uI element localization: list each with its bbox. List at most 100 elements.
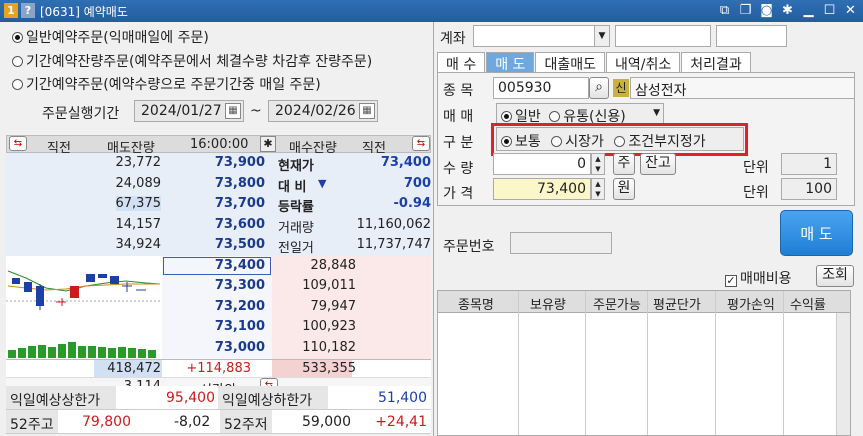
upper-limit-value: 95,400: [166, 390, 215, 406]
option-period-remaining[interactable]: 기간예약잔량주문(예약주문에서 체결수량 차감후 잔량주문): [12, 51, 372, 71]
col-available[interactable]: 주문가능: [593, 294, 641, 313]
col-avg-price[interactable]: 평균단가: [653, 294, 701, 313]
price-input[interactable]: 73,400: [493, 178, 591, 200]
bid-qty: 100,923: [302, 319, 356, 334]
option-period-daily[interactable]: 기간예약주문(예약수량으로 주문기간중 매일 주문): [12, 74, 321, 94]
ask-qty: 67,375: [115, 196, 161, 211]
bid-price: 73,200: [214, 298, 265, 314]
calendar-icon[interactable]: ▦: [225, 103, 241, 119]
window-title: [0631] 예약매도: [40, 5, 128, 19]
change-rate: -0.94: [393, 196, 431, 211]
bid-price: 73,000: [214, 339, 265, 355]
search-icon[interactable]: ⌕: [589, 77, 609, 99]
account-number-input[interactable]: [473, 25, 595, 47]
radio-icon[interactable]: [12, 79, 23, 90]
account-name-field[interactable]: [615, 25, 711, 47]
order-book-header: ⇆ 직전 매도잔량 16:00:00 ✱ 매수잔량 직전 ⇆: [6, 135, 431, 156]
option-label: 기간예약주문(예약수량으로 주문기간중 매일 주문): [26, 77, 321, 93]
ask-row[interactable]: 23,772 73,900 현재가 73,400: [6, 153, 432, 174]
password-input[interactable]: [716, 25, 787, 47]
grid-scrollbar[interactable]: [836, 313, 850, 435]
camera-icon[interactable]: ◙: [758, 2, 775, 19]
bid-price: 73,400: [214, 257, 265, 273]
col-return-rate[interactable]: 수익률: [790, 294, 826, 313]
copy-icon[interactable]: ❐: [737, 2, 754, 19]
stock-name-field: 삼성전자: [630, 77, 855, 99]
ask-row[interactable]: 24,089 73,800 대 비 ▼ 700: [6, 174, 432, 195]
sell-button[interactable]: 매 도: [780, 210, 853, 256]
col-stock-name[interactable]: 종목명: [458, 294, 494, 313]
52w-high-pct: -8,02: [174, 414, 211, 430]
calendar-icon[interactable]: ▦: [359, 103, 375, 119]
trade-type-select[interactable]: 일반 유통(신용) ▼: [496, 103, 664, 125]
52w-low-label: 52주저: [224, 417, 268, 433]
checkbox-icon[interactable]: ✓: [725, 275, 737, 287]
unit-value: 1: [781, 153, 837, 175]
order-book: ⇆ 직전 매도잔량 16:00:00 ✱ 매수잔량 직전 ⇆ 23,772 73…: [6, 135, 431, 398]
fee-checkbox[interactable]: ✓ 매매비용: [725, 268, 792, 288]
qty-input[interactable]: 0: [493, 153, 591, 175]
ask-row[interactable]: 67,375 73,700 등락률 -0.94: [6, 194, 431, 215]
prev-volume: 11,737,747: [356, 237, 431, 252]
bid-row[interactable]: 73,400 28,848: [6, 256, 431, 277]
maximize-icon[interactable]: ☐: [821, 2, 838, 19]
current-price: 73,400: [380, 155, 431, 170]
option-label: 일반예약주문(익매매일에 주문): [26, 30, 209, 46]
qty-unit-button[interactable]: 주: [613, 153, 635, 175]
ask-row[interactable]: 14,157 73,600 거래량 11,160,062: [6, 215, 432, 236]
info-label: 전일거: [278, 241, 314, 256]
bid-row[interactable]: 73,200 79,947: [6, 297, 431, 318]
52w-low-value: 59,000: [302, 414, 351, 430]
link-icon[interactable]: ⧉: [716, 2, 733, 19]
ask-price: 73,600: [214, 216, 265, 232]
info-label: 현재가: [278, 159, 314, 174]
limit-table: 익일예상상한가 95,400 익일예상하한가 51,400 52주고 79,80…: [6, 386, 431, 434]
gear-icon[interactable]: ✱: [260, 136, 276, 152]
credit-badge: 신: [613, 79, 629, 97]
change-value: 700: [403, 175, 431, 191]
52w-high-value: 79,800: [82, 414, 131, 430]
tab-history-cancel[interactable]: 내역/취소: [605, 52, 681, 73]
gear-icon[interactable]: ✱: [779, 2, 796, 19]
close-icon[interactable]: ✕: [842, 2, 859, 19]
radio-icon[interactable]: [12, 56, 23, 67]
minimize-icon[interactable]: ▁: [800, 2, 817, 19]
date-to-value: 2024/02/26: [275, 103, 356, 119]
chevron-down-icon[interactable]: ▼: [653, 108, 660, 118]
tab-loan-sell[interactable]: 대출매도: [535, 52, 605, 73]
price-stepper[interactable]: ▲ ▼: [591, 178, 605, 200]
date-to-input[interactable]: 2024/02/26 ▦: [268, 100, 378, 122]
qty-stepper[interactable]: ▲ ▼: [591, 153, 605, 175]
swap-arrow-icon[interactable]: ⇆: [9, 136, 27, 151]
tab-results[interactable]: 처리결과: [681, 52, 751, 73]
header-time: 16:00:00: [190, 137, 249, 152]
radio-icon[interactable]: [12, 32, 23, 43]
info-label: 거래량: [278, 220, 314, 236]
radio-icon[interactable]: [549, 111, 561, 122]
date-from-input[interactable]: 2024/01/27 ▦: [134, 100, 244, 122]
code-label: 종 목: [443, 83, 474, 99]
52w-low-pct: +24,41: [375, 414, 427, 430]
option-general-reservation[interactable]: 일반예약주문(익매매일에 주문): [12, 27, 209, 47]
balance-button[interactable]: 잔고: [640, 153, 676, 175]
chevron-down-icon[interactable]: ▼: [594, 25, 610, 47]
col-holding-qty[interactable]: 보유량: [530, 294, 566, 313]
tab-buy[interactable]: 매 수: [437, 52, 486, 73]
bid-row[interactable]: 73,100 100,923: [6, 317, 431, 338]
bid-row[interactable]: 73,000 110,182: [6, 338, 431, 359]
bid-row[interactable]: 73,300 109,011: [6, 276, 431, 297]
radio-icon[interactable]: [501, 111, 512, 122]
swap-arrow-icon[interactable]: ⇆: [412, 136, 430, 151]
highlight-box: [491, 123, 748, 156]
tab-sell[interactable]: 매 도: [486, 52, 535, 73]
price-unit-button[interactable]: 원: [613, 178, 635, 200]
order-tabs: 매 수 매 도 대출매도 내역/취소 처리결과: [437, 52, 752, 73]
screen-number-badge[interactable]: 1: [4, 3, 18, 18]
col-eval-pl[interactable]: 평가손익: [727, 294, 775, 313]
ask-row[interactable]: 34,924 73,500 전일거 11,737,747: [6, 235, 432, 256]
help-icon[interactable]: ?: [21, 3, 35, 18]
qty-label: 수 량: [443, 161, 474, 177]
ask-section: 23,772 73,900 현재가 73,400 24,089 73,800 대…: [6, 153, 431, 256]
lookup-button[interactable]: 조회: [816, 265, 854, 287]
stock-code-input[interactable]: 005930: [493, 77, 589, 99]
